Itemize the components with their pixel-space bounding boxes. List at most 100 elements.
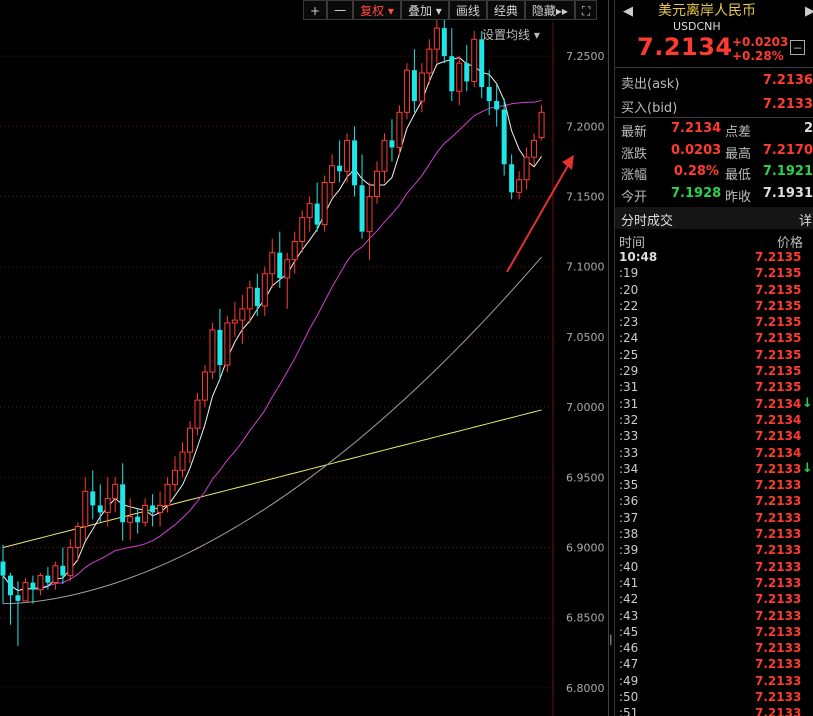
tick-time: :19 (619, 266, 639, 281)
list-item[interactable]: :19 7.2135 (615, 266, 813, 282)
list-item[interactable]: :50 7.2133 (615, 690, 813, 706)
list-item[interactable]: :25 7.2135 (615, 348, 813, 364)
list-item[interactable]: :43 7.2133 (615, 609, 813, 625)
candle-body (157, 504, 164, 513)
classic-button[interactable]: 经典 (486, 0, 525, 20)
candle-body (389, 140, 395, 148)
list-item[interactable]: :29 7.2135 (615, 364, 813, 380)
prev-symbol-icon[interactable]: ◀ (623, 4, 633, 19)
hide-button[interactable]: 隐藏▸▸ (524, 0, 575, 20)
stat-value: 7.2170 (762, 142, 813, 158)
list-item[interactable]: :24 7.2135 (615, 331, 813, 347)
candle-body (97, 505, 103, 513)
tick-price: 7.2135 (755, 266, 802, 281)
zoom-out-button[interactable]: 一 (327, 0, 354, 20)
list-item[interactable]: :39 7.2133 (615, 543, 813, 559)
candle-body (284, 259, 291, 279)
tick-price: 7.2135 (755, 364, 802, 379)
tick-price: 7.2135 (755, 331, 802, 346)
next-symbol-icon[interactable]: ▶ (805, 4, 813, 19)
list-item[interactable]: :34 7.2133 ↓ (615, 461, 813, 478)
candle-body (479, 39, 485, 88)
candle-body (179, 451, 186, 471)
candle-body (374, 170, 380, 198)
stat-label: 最高 (725, 146, 752, 162)
overlay-dropdown[interactable]: 叠加 ▾ (400, 0, 449, 20)
list-item[interactable]: :35 7.2133 (615, 478, 813, 494)
tick-price: 7.2133 (755, 478, 802, 493)
candle-body (261, 273, 268, 307)
tick-price: 7.2133 (755, 494, 802, 509)
list-item[interactable]: :37 7.2133 (615, 511, 813, 527)
zoom-in-button[interactable]: + (303, 0, 328, 20)
drag-handle-icon[interactable]: ┃ (608, 636, 613, 646)
candle-body (142, 504, 149, 523)
candle-body (172, 469, 179, 485)
candle-body (352, 140, 358, 186)
tick-price: 7.2135 (755, 250, 802, 264)
y-tick-label: 7.0500 (566, 331, 605, 344)
chevron-down-icon: ▾ (387, 4, 394, 18)
list-item[interactable]: :51 7.2133 (615, 706, 813, 716)
list-item[interactable]: :33 7.2134 (615, 446, 813, 462)
draw-line-button[interactable]: 画线 (448, 0, 487, 20)
list-item[interactable]: :23 7.2135 (615, 315, 813, 331)
tick-time: :46 (619, 641, 639, 656)
list-item[interactable]: :46 7.2133 (615, 641, 813, 657)
list-item[interactable]: :40 7.2133 (615, 560, 813, 576)
candle-body (231, 319, 238, 324)
fullscreen-button[interactable]: ⛶ (574, 0, 598, 20)
list-item[interactable]: :49 7.2133 (615, 674, 813, 690)
y-tick-label: 7.1000 (566, 261, 605, 274)
candle-body (314, 203, 320, 225)
kline-chart[interactable]: 7.2500 7.2000 7.1500 7.1000 7.0500 7.0000 6.95… (0, 0, 608, 716)
ticks-detail-button[interactable]: 详 (799, 210, 812, 229)
candle-body (217, 329, 223, 366)
chevron-down-icon: ▾ (435, 4, 442, 18)
list-item[interactable]: :36 7.2133 (615, 494, 813, 510)
chart-toolbar: + 一 复权 ▾ 叠加 ▾ 画线 经典 隐藏▸▸ ⛶ (303, 0, 598, 22)
tick-time: :47 (619, 657, 639, 672)
fuquan-dropdown[interactable]: 复权 ▾ (353, 0, 401, 20)
ma-setting-dropdown[interactable]: 设置均线 ▾ (482, 26, 540, 43)
list-item[interactable]: :20 7.2135 (615, 283, 813, 299)
list-item[interactable]: :31 7.2134 ↓ (615, 396, 813, 413)
list-item[interactable]: :33 7.2134 (615, 429, 813, 445)
tick-time: :41 (619, 575, 639, 590)
tick-time: :33 (619, 429, 639, 444)
candle-body (523, 156, 530, 181)
list-item[interactable]: :47 7.2133 (615, 657, 813, 673)
tick-time: :42 (619, 592, 639, 607)
panel-divider[interactable] (608, 0, 609, 716)
tick-price: 7.2133 (755, 543, 802, 558)
list-item[interactable]: :38 7.2133 (615, 527, 813, 543)
candle-body (403, 69, 410, 113)
candle-body (441, 28, 447, 57)
list-item[interactable]: :41 7.2133 (615, 576, 813, 592)
candle-body (531, 139, 538, 158)
kline-svg[interactable]: 7.2500 7.2000 7.1500 7.1000 7.0500 7.0000 6.95… (0, 0, 608, 716)
tick-price: 7.2133 (755, 624, 802, 639)
candle-body (426, 48, 433, 74)
candle-body (164, 483, 171, 506)
tick-time: :20 (619, 282, 639, 297)
list-item[interactable]: :32 7.2134 (615, 413, 813, 429)
ask-label: 卖出(ask) (621, 77, 680, 92)
list-item[interactable]: 10:48 7.2135 (615, 250, 813, 266)
y-tick-label: 6.9500 (566, 471, 605, 484)
stat-label: 昨收 (725, 189, 752, 205)
list-item[interactable]: :22 7.2135 (615, 299, 813, 315)
tick-time: :34 (619, 461, 639, 476)
tick-price: 7.2133 (755, 461, 802, 476)
candle-body (45, 575, 51, 583)
list-item[interactable]: :45 7.2133 (615, 625, 813, 641)
tick-price: 7.2133 (755, 657, 802, 672)
list-item[interactable]: :31 7.2135 (615, 380, 813, 396)
tick-time: :45 (619, 624, 639, 639)
stat-value: 0.28% (673, 164, 719, 179)
tick-time: :22 (619, 298, 639, 313)
list-item[interactable]: :42 7.2133 (615, 592, 813, 608)
tick-price: 7.2133 (755, 641, 802, 656)
collapse-button[interactable]: − (790, 40, 805, 55)
tick-list[interactable]: 10:48 7.2135 :19 7.2135 :20 7.2135 :22 7… (615, 250, 813, 716)
